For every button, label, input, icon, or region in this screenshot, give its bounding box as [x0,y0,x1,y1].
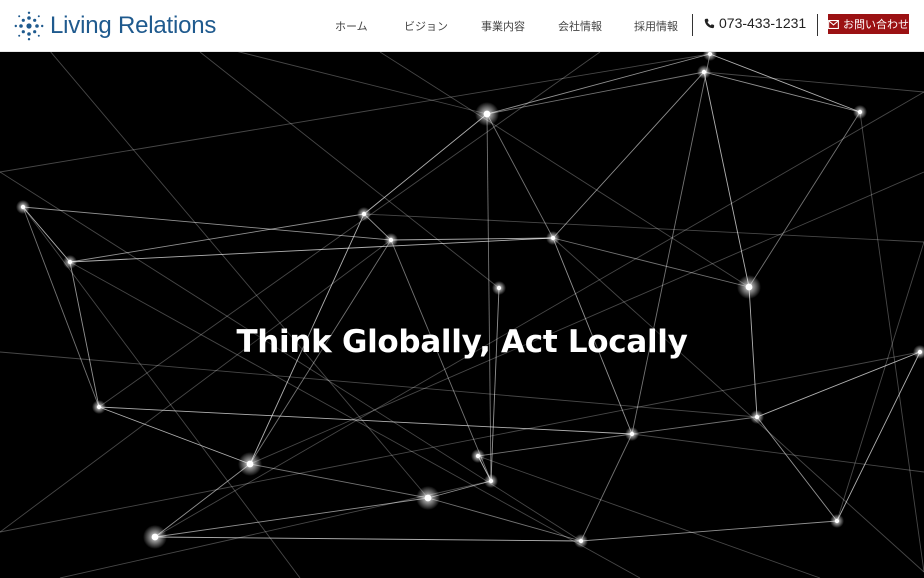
network-node [629,431,635,437]
network-node [483,110,491,118]
network-line [580,433,633,542]
network-node [246,460,254,468]
network-line [249,463,429,499]
phone-icon [704,18,715,28]
network-node [388,237,394,243]
network-line [363,213,924,243]
logo-dots-icon [14,11,44,41]
hero-section: Think Globally, Act Locally [0,52,924,578]
network-line [237,52,488,115]
network-line [199,52,500,289]
site-header: Living Relations ホーム ビジョン 事業内容 会社情報 採用情報… [0,0,924,52]
network-node [475,453,481,459]
network-line [477,433,633,457]
network-line [22,206,100,408]
network-line [703,71,861,113]
phone-number: 073-433-1231 [719,15,807,31]
network-node [20,204,26,210]
brand-logo[interactable]: Living Relations [14,10,216,42]
nav-company[interactable]: 会社情報 [558,18,602,34]
network-line [631,416,758,435]
contact-label: お問い合わせ [843,19,909,31]
network-node [488,478,494,484]
network-line [98,406,633,435]
network-line [0,239,392,533]
network-line [427,497,582,542]
phone-link[interactable]: 073-433-1231 [704,15,806,31]
network-line [390,239,492,482]
network-line [379,52,750,288]
network-node [96,404,102,410]
nav-recruit[interactable]: 採用情報 [634,18,678,34]
nav-home[interactable]: ホーム [335,18,368,34]
network-node [745,283,753,291]
nav-divider [692,14,693,36]
network-line [486,113,554,239]
network-line [490,287,500,482]
network-node [701,69,707,75]
network-line [22,206,392,241]
network-node [707,52,713,57]
mail-icon [828,19,839,29]
network-node [578,538,584,544]
network-line [0,53,711,173]
network-node [67,259,73,265]
network-line [363,113,488,215]
network-node [424,494,432,502]
nav-vision[interactable]: ビジョン [404,18,448,34]
network-line [703,71,750,288]
network-line [486,53,711,115]
network-line [154,91,924,538]
network-line [836,351,921,522]
network-line [709,53,861,113]
network-line [756,351,921,418]
network-line [486,113,492,482]
brand-name: Living Relations [50,12,217,39]
network-line [631,433,924,473]
network-node [496,285,502,291]
network-line [154,463,251,538]
nav-business[interactable]: 事業内容 [481,18,525,34]
network-line [154,536,582,542]
nav-divider [817,14,818,36]
network-line [703,71,924,93]
network-node [151,533,159,541]
network-line [98,406,251,465]
network-node [754,414,760,420]
network-node [550,235,556,241]
network-node [834,518,840,524]
contact-button[interactable]: お問い合わせ [828,14,909,34]
network-node [857,109,863,115]
network-line [552,237,750,288]
network-line [22,206,71,263]
network-line [631,53,711,435]
hero-headline: Think Globally, Act Locally [236,324,688,360]
network-line [154,497,429,538]
network-line [50,52,429,499]
network-background-image [0,52,924,578]
network-node [361,211,367,217]
